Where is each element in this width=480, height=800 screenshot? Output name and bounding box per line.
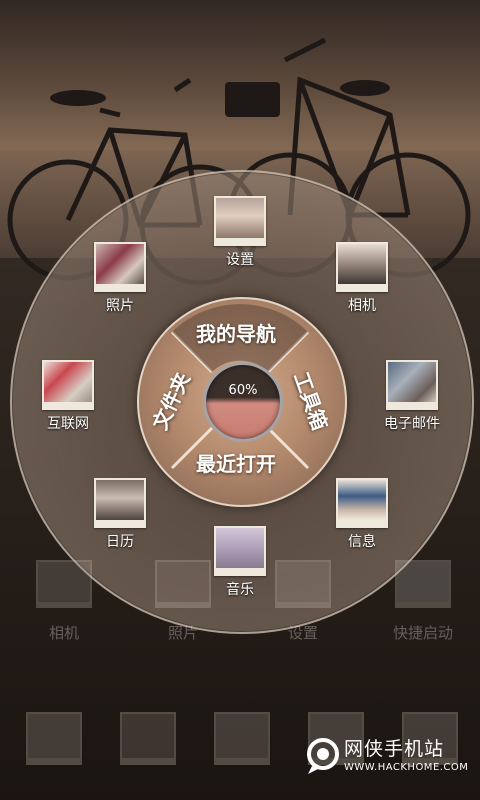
email-thumbnail-icon: [386, 360, 438, 410]
center-progress-value: 60%: [228, 383, 258, 398]
app-email[interactable]: 电子邮件: [372, 360, 452, 433]
settings-thumbnail-icon: [214, 196, 266, 246]
dock-item-photos[interactable]: 照片: [133, 560, 233, 643]
messages-thumbnail-icon: [336, 478, 388, 528]
tab-my-navigation[interactable]: 我的导航: [196, 318, 276, 347]
dock-label: 快捷启动: [392, 624, 453, 642]
dock-item-quick-launch[interactable]: 快捷启动: [373, 560, 473, 643]
dock-settings-icon: [275, 560, 331, 608]
bottom-thumbnail-icon[interactable]: [214, 712, 270, 765]
watermark-logo-icon: [307, 738, 339, 774]
bottom-thumbnail-icon[interactable]: [26, 712, 82, 765]
watermark-title: 网侠手机站: [344, 738, 445, 760]
bottom-thumbnail-icon[interactable]: [120, 712, 176, 765]
photos-thumbnail-icon: [94, 242, 146, 292]
watermark: 网侠手机站 WWW.HACKHOME.COM: [306, 734, 476, 784]
dock-label: 设置: [287, 624, 318, 642]
dock-quick-launch-icon: [395, 560, 451, 608]
internet-thumbnail-icon: [42, 360, 94, 410]
app-internet[interactable]: 互联网: [28, 360, 108, 433]
dock-label: 照片: [167, 624, 198, 642]
app-label: 电子邮件: [384, 416, 440, 432]
tab-recently-opened[interactable]: 最近打开: [196, 448, 276, 477]
app-label: 互联网: [47, 416, 89, 432]
dock-camera-icon: [36, 560, 92, 608]
app-label: 设置: [226, 252, 254, 268]
camera-thumbnail-icon: [336, 242, 388, 292]
dock-item-settings[interactable]: 设置: [253, 560, 353, 643]
center-progress-indicator[interactable]: [203, 362, 283, 442]
dock-photos-icon: [155, 560, 211, 608]
app-label: 信息: [348, 534, 376, 550]
dock-item-camera[interactable]: 相机: [14, 560, 114, 643]
app-settings[interactable]: 设置: [200, 196, 280, 269]
dock-label: 相机: [48, 624, 79, 642]
app-label: 日历: [106, 534, 134, 550]
watermark-url: WWW.HACKHOME.COM: [344, 762, 469, 773]
